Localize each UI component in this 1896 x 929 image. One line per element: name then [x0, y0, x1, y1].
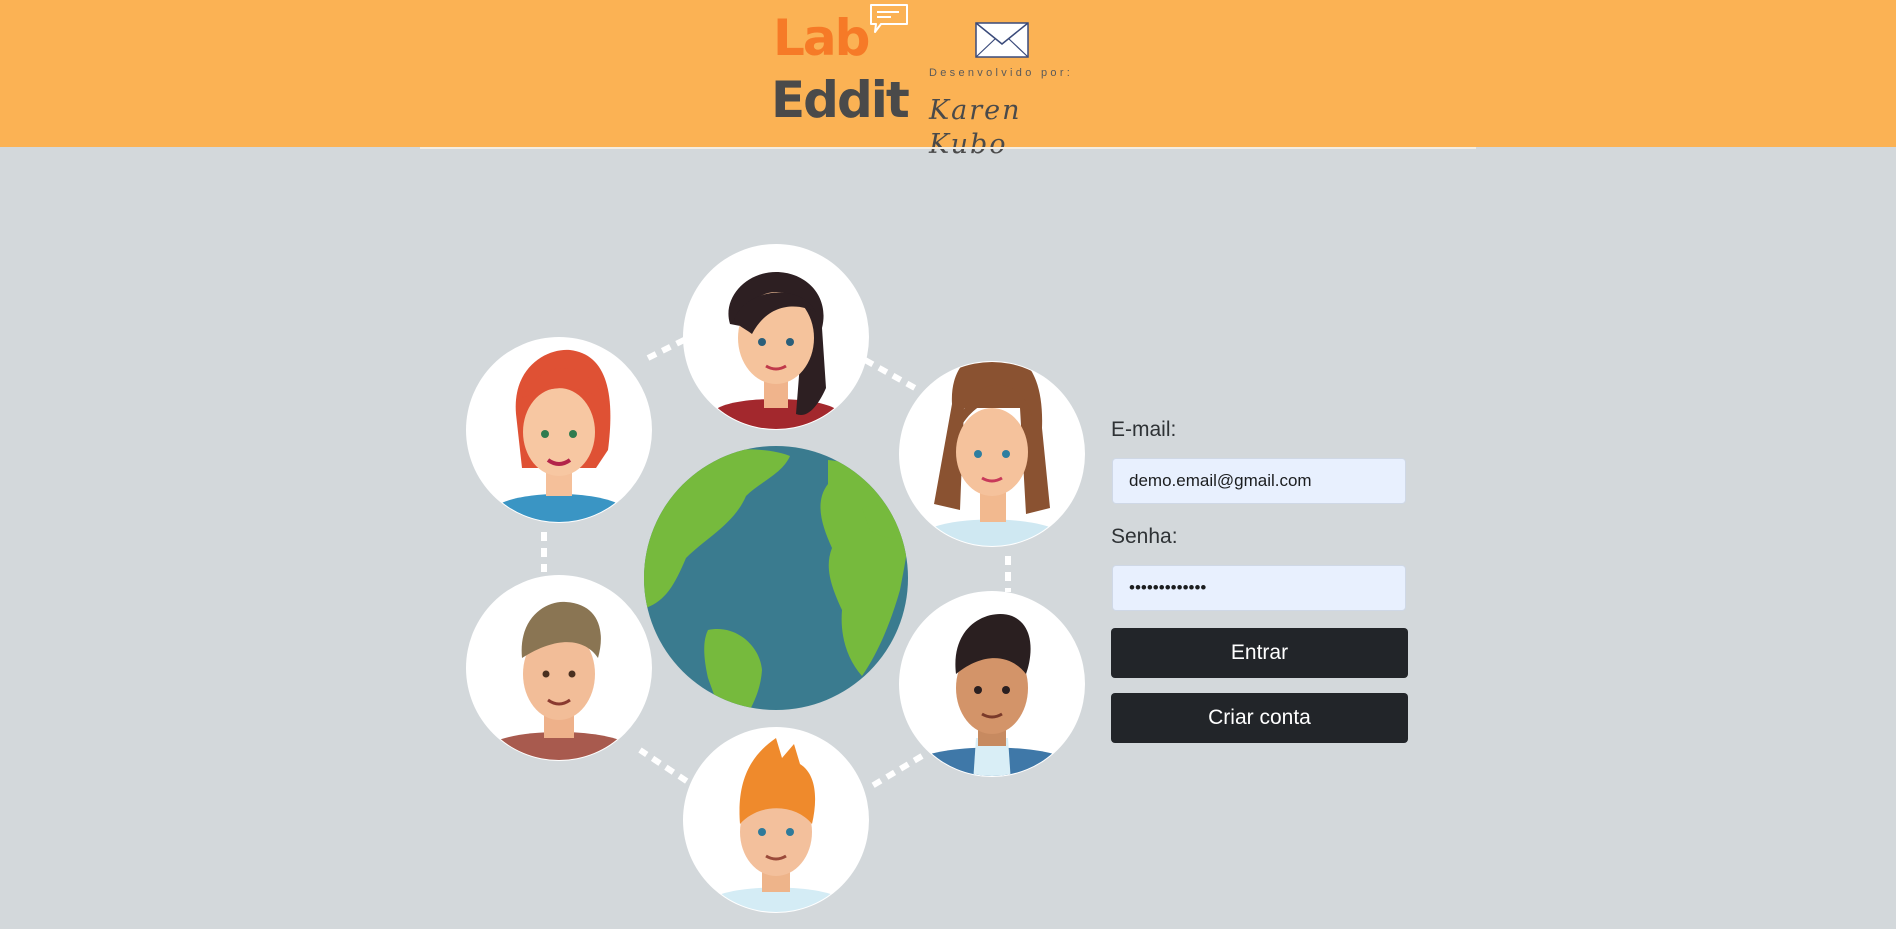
header: Lab Eddit Desenvolvido por: Karen Kubo — [0, 0, 1896, 160]
avatar-man-black-hair — [899, 591, 1085, 777]
labeddit-logo: Lab Eddit Desenvolvido por: Karen Kubo — [767, 0, 1077, 160]
login-button[interactable]: Entrar — [1111, 628, 1408, 678]
avatar-woman-red-hair — [466, 337, 652, 523]
password-field[interactable] — [1112, 565, 1406, 611]
developed-by-text: Desenvolvido por: — [929, 67, 1074, 79]
email-field[interactable] — [1112, 458, 1406, 504]
email-label: E-mail: — [1111, 418, 1177, 441]
avatar-woman-brown-hair — [899, 361, 1085, 547]
logo-eddit-text: Eddit — [771, 71, 910, 129]
header-divider — [420, 147, 1476, 149]
password-label: Senha: — [1111, 525, 1178, 548]
logo-lab-text: Lab — [773, 9, 870, 67]
avatar-woman-dark-hair — [683, 244, 869, 430]
globe-icon — [644, 446, 908, 710]
avatar-man-orange-hair — [683, 727, 869, 913]
avatar-man-brown-hair — [466, 575, 652, 761]
envelope-icon — [975, 22, 1029, 58]
signup-button[interactable]: Criar conta — [1111, 693, 1408, 743]
developer-signature: Karen Kubo — [929, 95, 1022, 160]
community-illustration — [466, 244, 1085, 913]
chat-bubble-icon — [870, 4, 908, 33]
